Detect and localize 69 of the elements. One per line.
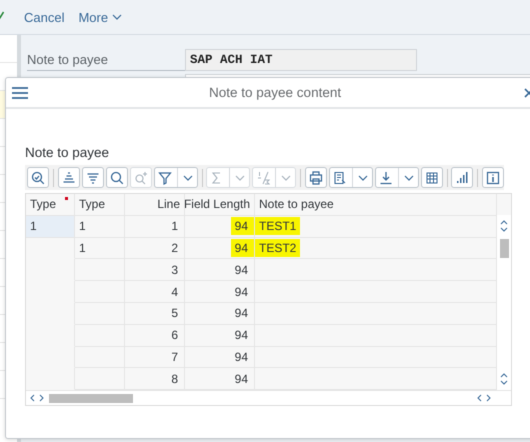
section-title: Note to payee (25, 145, 110, 160)
column-header[interactable]: Field Length (185, 194, 255, 216)
cell-text: 1 (171, 219, 178, 234)
cell-text: 94 (234, 284, 248, 299)
cancel-button[interactable]: Cancel (24, 10, 64, 24)
cell-text: 94 (234, 350, 248, 364)
column-header[interactable]: Type (75, 194, 125, 216)
subtotal-icon (256, 170, 270, 184)
cell-text: 1 (79, 219, 86, 234)
close-icon[interactable] (524, 88, 530, 98)
magnifier-icon (31, 170, 45, 184)
info-icon (486, 170, 500, 184)
cell-text: 3 (171, 262, 178, 277)
export-button[interactable] (374, 167, 419, 188)
column-header[interactable]: Line (125, 194, 185, 216)
cell-text: 94 (230, 238, 254, 257)
cell-text: 4 (171, 284, 178, 299)
chevron-down-icon (281, 174, 292, 180)
cell-text: TEST1 (255, 217, 300, 236)
cell-text: 94 (230, 217, 254, 236)
cell-text: 1 (30, 219, 37, 234)
chevron-down-icon (358, 174, 368, 180)
scroll-left-right-icon[interactable] (30, 394, 44, 402)
dialog-title: Note to payee content (209, 85, 342, 100)
cell-text: 94 (234, 306, 248, 320)
chevron-down-icon (235, 174, 246, 180)
cell-text: 94 (234, 372, 248, 386)
scroll-left-right-icon[interactable] (477, 394, 491, 402)
grid-icon (424, 170, 439, 184)
download-icon (378, 170, 393, 184)
menu-icon[interactable] (12, 86, 28, 98)
chart-button[interactable] (451, 167, 474, 188)
sort-marker-icon (65, 197, 68, 200)
filter-button[interactable] (154, 167, 198, 188)
cell-text: 94 (234, 328, 248, 342)
search-icon (110, 170, 124, 184)
text-field[interactable]: SAP ACH IAT (185, 48, 417, 70)
print-button[interactable] (304, 167, 327, 188)
more-menu-button[interactable]: More (78, 10, 122, 24)
sort-ascending-button[interactable] (58, 167, 80, 188)
cell-text: 94 (234, 262, 248, 277)
cell-text: 1 (79, 240, 86, 255)
column-header[interactable]: Type (26, 194, 75, 216)
scroll-up-down-icon[interactable] (500, 219, 508, 234)
sort-descending-icon (86, 170, 100, 184)
list-view-icon (332, 170, 347, 184)
printer-icon (308, 170, 323, 184)
cell-text: TEST2 (255, 238, 300, 257)
cell-text: 7 (171, 350, 178, 364)
cell-text: 6 (171, 328, 178, 342)
find-button[interactable] (106, 167, 128, 188)
layout-button[interactable] (420, 167, 443, 188)
cell-text: 2 (171, 240, 178, 255)
cell-text: 5 (171, 306, 178, 320)
filter-icon (158, 170, 172, 184)
cell-text: 8 (171, 372, 178, 386)
bar-chart-icon (455, 170, 470, 184)
scrollbar-thumb[interactable] (500, 238, 508, 258)
info-button[interactable] (482, 167, 504, 188)
sort-descending-button[interactable] (82, 167, 104, 188)
chevron-down-icon (404, 174, 414, 180)
view-button[interactable] (328, 167, 373, 188)
details-button[interactable] (27, 167, 49, 188)
scrollbar-thumb[interactable] (49, 394, 133, 403)
chevron-down-icon (182, 174, 193, 180)
column-header[interactable]: Note to payee (255, 194, 497, 216)
search-plus-icon (134, 170, 148, 184)
sort-ascending-icon (62, 170, 76, 184)
scroll-up-down-icon[interactable] (500, 372, 508, 386)
